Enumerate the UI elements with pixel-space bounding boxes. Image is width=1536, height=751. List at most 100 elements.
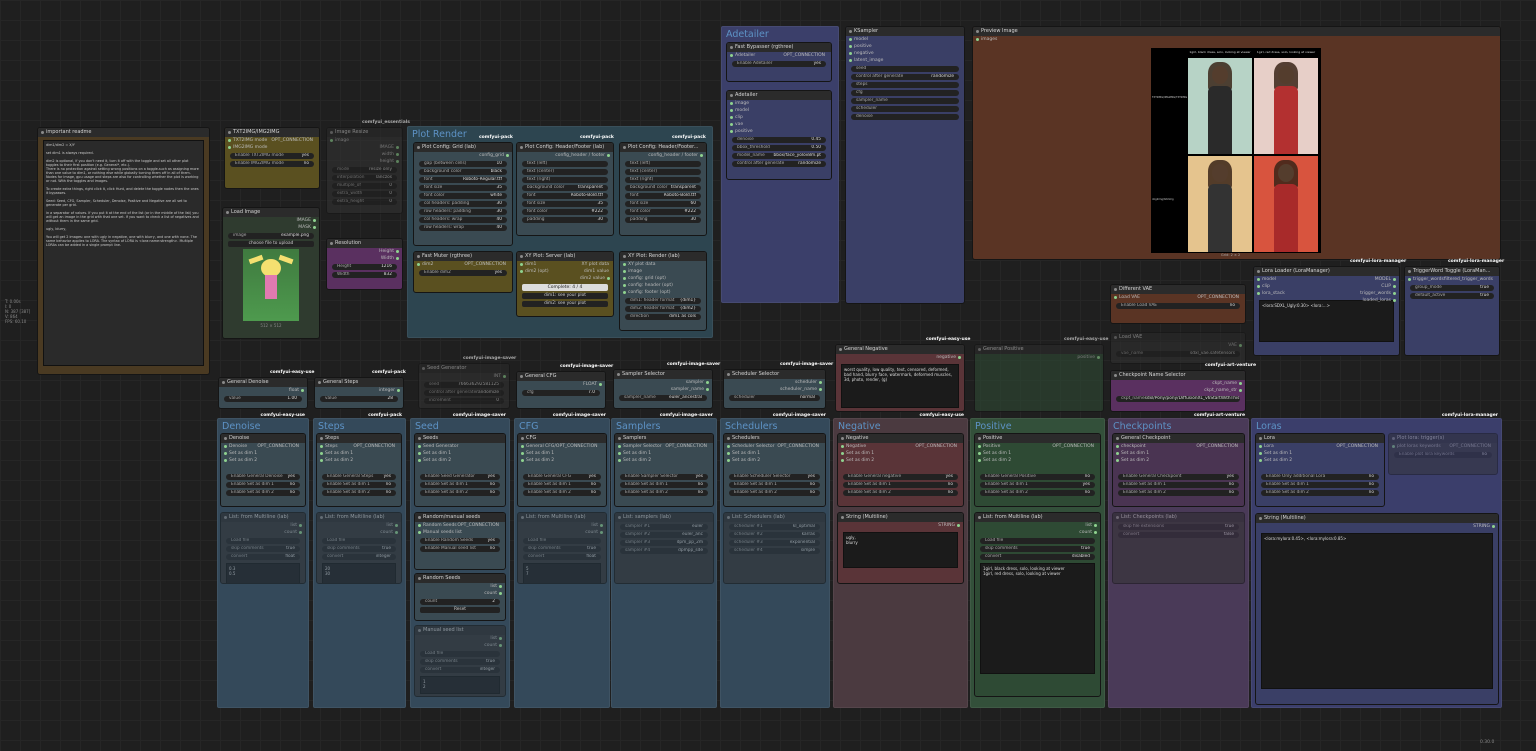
widget[interactable]: background color transparent [625, 185, 701, 191]
widget[interactable]: Enable Set as dim 2 no [420, 490, 500, 496]
node-title[interactable]: Image Resize [327, 128, 402, 137]
output-slot[interactable]: negative [836, 354, 964, 361]
widget[interactable]: Enable Manual seed list no [420, 546, 500, 552]
output-slot[interactable]: IMAGE [327, 144, 402, 151]
widget[interactable]: Enable dim2 yes [419, 270, 507, 276]
list-values-text[interactable]: 20 30 [322, 563, 396, 583]
node-title[interactable]: Fast Muter (rgthree) [414, 252, 512, 261]
node-title[interactable]: Schedulers [724, 434, 825, 443]
widget[interactable]: Enable Set as dim 1 no [729, 482, 820, 488]
widget[interactable]: Enable Set as dim 1 no [620, 482, 708, 488]
input-slot[interactable]: trigger_words filtered_trigger_words [1405, 276, 1499, 283]
widget[interactable]: default_active true [1410, 293, 1494, 299]
node-title[interactable]: Load VAE [1111, 333, 1245, 342]
switch-node-positive[interactable]: Positive Positive OPT_CONNECTION Set as dim… [974, 433, 1101, 507]
output-slot[interactable]: scheduler_name [724, 386, 825, 393]
output-slot[interactable]: MASK [223, 224, 319, 231]
input-slot[interactable]: Set as dim 2 [1256, 457, 1384, 464]
widget[interactable]: Enable Set as dim 2 no [729, 490, 820, 496]
widget[interactable]: skip comments true [420, 659, 500, 665]
output-slot[interactable]: dim2 value [517, 275, 613, 282]
widget[interactable]: Enable Load VAE no [1116, 303, 1240, 309]
widget[interactable]: Enable Set as dim 2 no [620, 490, 708, 496]
widget[interactable]: Enable Set as dim 1 no [226, 482, 300, 488]
output-slot[interactable]: ckpt_name_str [1111, 387, 1245, 394]
plot-lora-trigger-node[interactable]: Plot lora: trigger(s) plot loras keywords… [1388, 433, 1498, 475]
switch-node-steps[interactable]: Steps Steps OPT_CONNECTION Set as dim 1 Set … [316, 433, 402, 507]
dim2-widget[interactable]: dim2: see your plot [522, 301, 608, 307]
widget[interactable]: row headers: wrap 40 [419, 225, 507, 231]
widget[interactable]: font size 35 [522, 201, 608, 207]
widget[interactable]: group_mode true [1410, 285, 1494, 291]
widget[interactable]: Enable Set as dim 2 no [843, 490, 958, 496]
list-node-samplers[interactable]: List: samplers (lab) sampler #1 euler sampl… [614, 512, 714, 584]
node-graph-canvas[interactable]: Plot Render comfyui-pack comfyui-pack comfy… [0, 0, 1536, 751]
widget[interactable]: font color #222 [625, 209, 701, 215]
input-slot[interactable]: dim2 (opt) dim1 value [517, 268, 613, 275]
widget[interactable]: Enable Only additional Lora no [1261, 474, 1379, 480]
different-vae-node[interactable]: Different VAE Load VAE OPT_CONNECTION Enabl… [1110, 284, 1246, 324]
output-slot[interactable]: count [518, 529, 606, 536]
checkpoint-selector-node[interactable]: Checkpoint Name Selector ckpt_name ckpt_na… [1110, 370, 1246, 412]
widget[interactable]: Enable TXT2IMG mode yes [230, 153, 314, 159]
widget[interactable]: scheduler normal [729, 395, 820, 401]
node-title[interactable]: Load Image [223, 208, 319, 217]
widget[interactable]: Enable Random Seeds yes [420, 538, 500, 544]
widget[interactable]: Enable Set as dim 2 no [1261, 490, 1379, 496]
readme-note[interactable]: important readme dim1/dim2 = X/Y set dim1… [37, 127, 210, 375]
widget[interactable]: font color #222 [522, 209, 608, 215]
general-cfg-node[interactable]: General CFG FLOAT cfg 7.0 [516, 371, 606, 409]
lora-loader-node[interactable]: Lora Loader (LoraManager) model clip lora_s… [1253, 266, 1400, 356]
widget[interactable]: Enable Set as dim 1 no [322, 482, 396, 488]
widget[interactable]: dim2: header format {dim2} [625, 306, 701, 312]
list-node-schedulers[interactable]: List: Schedulers (lab) scheduler #1 kl_opt… [723, 512, 826, 584]
node-title[interactable]: TXT2IMG/IMG2IMG [225, 128, 319, 137]
output-slot[interactable]: trigger_words [1329, 290, 1399, 297]
node-title[interactable]: XY Plot: Server (lab) [517, 252, 613, 261]
node-title[interactable]: Denoise [221, 434, 305, 443]
widget[interactable]: model_name bbox/face_yolov8m.pt [732, 153, 826, 159]
node-title[interactable]: Sampler Selector [614, 370, 712, 379]
general-positive-node[interactable]: General Positive positive [974, 344, 1104, 412]
sampler-selector-node[interactable]: Sampler Selector sampler sampler_name sampl… [613, 369, 713, 409]
node-title[interactable]: Negative [838, 434, 963, 443]
widget[interactable]: denoise 0.45 [732, 137, 826, 143]
widget[interactable]: control after generate randomize [732, 161, 826, 167]
widget[interactable]: Enable Scheduler Selector yes [729, 474, 820, 480]
widget[interactable]: text (left) [625, 161, 701, 167]
input-slot[interactable]: Sampler Selector OPT_CONNECTION [615, 443, 713, 450]
input-slot[interactable]: Lora OPT_CONNECTION [1256, 443, 1384, 450]
seed-generator-node[interactable]: Seed Generator INT seed 766636292581125 cont… [418, 363, 510, 409]
input-slot[interactable]: Set as dim 2 [838, 457, 963, 464]
input-slot[interactable]: Set as dim 1 [518, 450, 606, 457]
widget[interactable]: increment 0 [424, 398, 504, 404]
list-node-cfg[interactable]: List: from Multiline (lab) list count Load … [517, 512, 607, 584]
node-title[interactable]: Preview Image [973, 27, 1500, 36]
input-slot[interactable]: negative [846, 50, 964, 57]
node-title[interactable]: Random/manual seeds [415, 513, 505, 522]
widget[interactable]: Enable Set as dim 1 no [523, 482, 601, 488]
node-title[interactable]: Plot lora: trigger(s) [1389, 434, 1497, 443]
widget[interactable]: text (left) [522, 161, 608, 167]
widget[interactable]: Enable General Positive no [980, 474, 1095, 480]
input-slot[interactable]: XY plot data [620, 261, 706, 268]
widget[interactable]: sampler_name [851, 98, 959, 104]
node-title[interactable]: Steps [317, 434, 401, 443]
node-title[interactable]: String (Multiline) [1256, 514, 1498, 523]
widget[interactable]: count 2 [420, 599, 500, 605]
widget[interactable]: value 1.00 [224, 396, 302, 402]
list-node-loras[interactable]: String (Multiline) STRING <lora:mylora:0.4… [1255, 513, 1499, 705]
output-slot[interactable]: config_grid [414, 152, 512, 159]
fast-bypasser-node[interactable]: Fast Bypasser (rgthree) Adetailer OPT_CONN… [726, 42, 832, 82]
list-values-text[interactable]: 1girl, black dress, solo, looking at vie… [980, 563, 1095, 674]
widget[interactable]: skip file extensions true [1118, 524, 1239, 530]
input-slot[interactable]: Denoise OPT_CONNECTION [221, 443, 305, 450]
output-slot[interactable]: list [317, 522, 401, 529]
widget[interactable]: Enable Set as dim 1 no [1118, 482, 1239, 488]
widget[interactable]: Enable General Steps yes [322, 474, 396, 480]
widget[interactable]: convert float [523, 554, 601, 560]
switch-node-cfg[interactable]: CFG General CFG/OPT_CONNECTION Set as dim … [517, 433, 607, 507]
widget[interactable]: text (right) [625, 177, 701, 183]
manual-seed-list-node[interactable]: Manual seed list list count Load file skip c… [414, 625, 506, 697]
output-slot[interactable]: loaded_loras [1329, 297, 1399, 304]
